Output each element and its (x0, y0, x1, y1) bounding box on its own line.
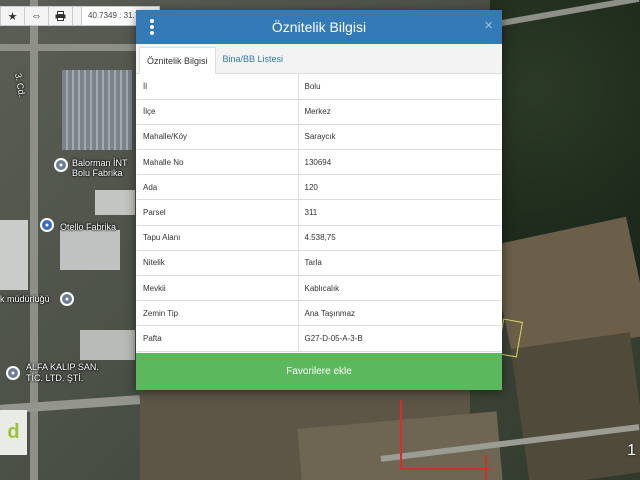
attribute-value: Bolu (298, 74, 501, 100)
modal-tabs: Öznitelik Bilgisi Bina/BB Listesi (136, 44, 502, 74)
attribute-value: Tarla (298, 250, 501, 277)
attribute-key: İlçe (137, 99, 299, 125)
table-row: İlçe Merkez (137, 99, 501, 125)
poi-pin-icon[interactable]: ● (54, 158, 68, 172)
parcel-boundary (400, 400, 490, 470)
map-building (95, 190, 135, 215)
poi-label: TİC. LTD. ŞTİ. (26, 373, 84, 383)
attribute-value: 130694 (298, 149, 501, 176)
attribute-value: G27-D-05-A-3-B (298, 325, 501, 352)
attribute-key: Pafta (137, 325, 299, 352)
scale-text: 1 (627, 442, 636, 459)
poi-label: Balorman İNT (72, 158, 128, 168)
poi-label: Bolu Fabrika (72, 168, 123, 178)
modal-title: Öznitelik Bilgisi (271, 19, 367, 35)
attribute-key: Nitelik (137, 250, 299, 277)
attribute-key: Mahalle No (137, 149, 299, 176)
table-row: Mevkii Kablıcalık (137, 275, 501, 302)
table-row: Tapu Alanı 4.538,75 (137, 225, 501, 251)
attribute-value: 4.538,75 (298, 225, 501, 251)
attribute-key: Zemin Tip (137, 300, 299, 327)
kebab-menu-icon[interactable] (149, 19, 155, 35)
table-row: Parsel 311 (137, 199, 501, 226)
poi-label: k müdürlüğü (0, 294, 50, 304)
attribute-key: Tapu Alanı (137, 225, 299, 251)
close-icon[interactable]: × (484, 18, 493, 34)
add-favorite-button[interactable]: Favorilere ekle (136, 353, 502, 390)
tab-building-list[interactable]: Bina/BB Listesi (216, 46, 291, 73)
factory-building (62, 70, 132, 150)
table-row: Mahalle/Köy Saraycık (137, 124, 501, 151)
map-field (510, 332, 640, 480)
attribute-key: Parsel (137, 199, 299, 226)
brand-logo: d (0, 410, 27, 455)
map-road (0, 44, 136, 51)
street-label: 3. Cd. (12, 72, 28, 98)
attribute-value: Ana Taşınmaz (298, 300, 501, 327)
map-building (60, 230, 120, 270)
brand-letter: d (7, 421, 20, 443)
poi-label: ALFA KALIP SAN. (26, 362, 99, 372)
arrows-icon[interactable]: ⇔ (25, 7, 49, 25)
poi-label: Otello Fabrika (60, 222, 117, 232)
attribute-key: Ada (137, 174, 299, 201)
tab-attribute-info[interactable]: Öznitelik Bilgisi (139, 47, 216, 74)
map-building (0, 220, 28, 290)
attribute-value: Kablıcalık (298, 275, 501, 302)
poi-pin-icon[interactable]: ● (60, 292, 74, 306)
print-icon[interactable] (49, 7, 73, 25)
parcel-boundary (485, 455, 487, 480)
table-row: Ada 120 (137, 174, 501, 201)
attribute-key: Mahalle/Köy (137, 124, 299, 151)
attribute-key: Mevkii (137, 275, 299, 302)
table-row: Nitelik Tarla (137, 250, 501, 277)
attribute-value: Merkez (298, 99, 501, 125)
attribute-table: İl Bolu İlçe Merkez Mahalle/Köy Saraycık Mahal… (137, 74, 501, 352)
map-building (80, 330, 135, 360)
star-icon[interactable]: ★ (1, 7, 25, 25)
table-row: Zemin Tip Ana Taşınmaz (137, 300, 501, 327)
table-row: Mahalle No 130694 (137, 149, 501, 176)
attribute-key: İl (137, 74, 299, 100)
poi-pin-icon[interactable]: ● (40, 218, 54, 232)
attribute-value: 311 (298, 199, 501, 226)
table-row: İl Bolu (137, 74, 501, 100)
attribute-value: Saraycık (298, 124, 501, 151)
table-row: Pafta G27-D-05-A-3-B (137, 325, 501, 352)
modal-header: Öznitelik Bilgisi × (136, 10, 502, 44)
attribute-value: 120 (298, 174, 501, 201)
attribute-modal: Öznitelik Bilgisi × Öznitelik Bilgisi Bi… (136, 10, 502, 390)
poi-pin-icon[interactable]: ● (6, 366, 20, 380)
